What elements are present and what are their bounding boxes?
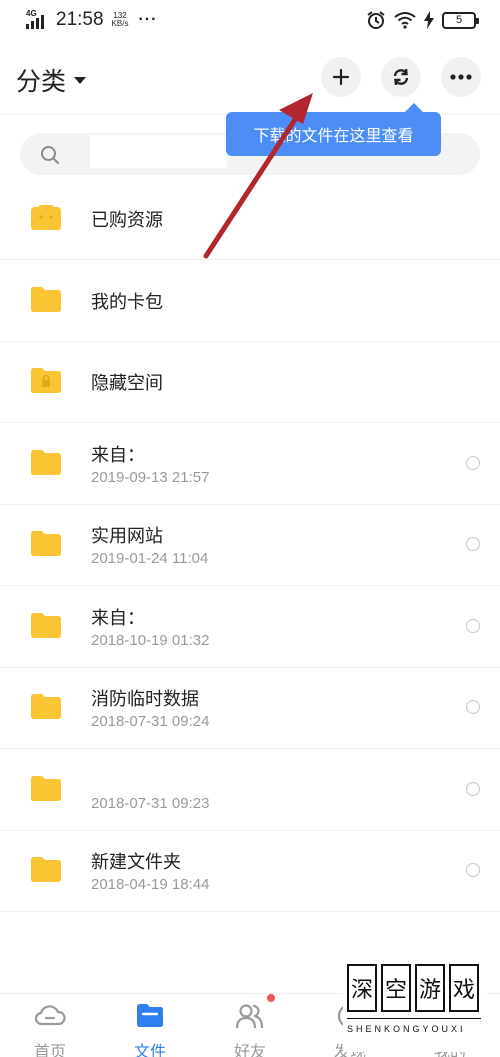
unread-dot [267,994,275,1002]
watermark-char: 游 [415,964,445,1012]
watermark-char: 空 [381,964,411,1012]
list-item-date: 2018-07-31 09:24 [91,713,210,730]
folder-icon [31,612,61,638]
nav-files[interactable]: 文件 [115,994,185,1057]
select-radio[interactable] [466,537,480,551]
select-radio[interactable] [466,618,480,633]
list-item-name: 消防临时数据 [91,689,199,710]
select-radio[interactable] [466,700,480,714]
nav-friends[interactable]: 好友 [215,994,285,1057]
friends-icon [235,1004,264,1029]
select-radio[interactable] [466,781,480,796]
list-item-name: 实用网站 [91,526,163,547]
list-item-name: 来自： [91,444,145,466]
watermark-char: 戏 [449,964,479,1012]
list-item[interactable]: 来自： 2018-10-19 01:32 [0,586,500,668]
nav-home[interactable]: 首页 [15,994,85,1057]
locked-folder-icon [31,368,61,393]
list-item-name: 新建文件夹 [91,852,181,873]
select-radio[interactable] [466,863,480,877]
list-item-name: 隐藏空间 [91,373,163,394]
folder-icon [31,449,61,475]
list-item-date: 2018-04-19 18:44 [91,876,210,893]
list-item[interactable]: 实用网站 2019-01-24 11:04 [0,504,500,586]
list-item-date: 2018-10-19 01:32 [91,631,210,649]
list-item[interactable]: 2018-07-31 09:23 [0,749,500,831]
select-radio[interactable] [466,455,480,470]
folder-icon [31,531,61,556]
list-item[interactable]: 消防临时数据 2018-07-31 09:24 [0,667,500,749]
list-item[interactable]: 隐藏空间 [0,341,500,423]
list-item-date: 2019-09-13 21:57 [91,468,210,486]
list-item-date: 2018-07-31 09:23 [91,794,210,812]
list-item-name: 来自： [91,607,145,629]
watermark-char: 深 [347,964,377,1012]
folder-icon [31,694,61,719]
watermark-pinyin: SHENKONGYOUXI [347,1024,466,1034]
list-item-date: 2019-01-24 11:04 [91,550,209,567]
annotation-arrow-icon [203,93,313,259]
folder-icon [31,775,61,801]
watermark-logo: 深 空 游 戏 SHENKONGYOUXI [343,960,486,1052]
file-folder-icon [137,1004,163,1027]
folder-icon [31,857,61,882]
list-item[interactable]: 新建文件夹 2018-04-19 18:44 [0,830,500,912]
list-item[interactable]: 来自： 2019-09-13 21:57 [0,423,500,505]
home-cloud-icon [34,1005,66,1026]
